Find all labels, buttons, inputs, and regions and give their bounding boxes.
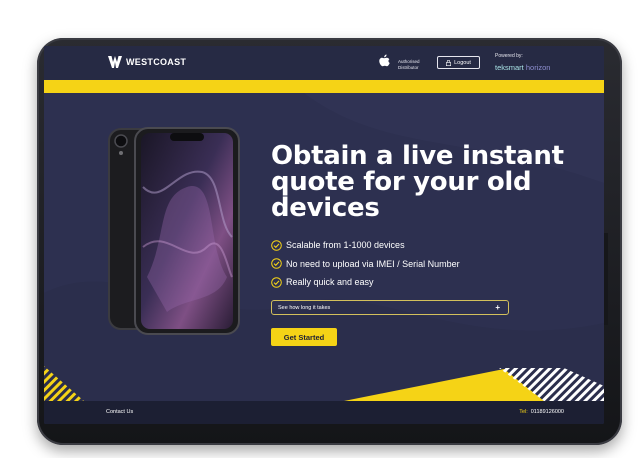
feature-text: Scalable from 1-1000 devices [286,240,405,251]
powered-by-brand[interactable]: teksmart horizon [495,63,550,72]
check-circle-icon [271,258,282,270]
powered-by-label: Powered by: [495,53,523,59]
brand-logo[interactable]: WESTCOAST [108,56,186,68]
authorised-distributor: Authorised Distributor [398,59,428,70]
footer-telephone[interactable]: Tel: 01189126000 [519,409,564,415]
hero-headline: Obtain a live instant quote for your old… [271,141,564,223]
get-started-button[interactable]: Get Started [271,328,337,346]
logout-button[interactable]: Logout [437,56,480,69]
feature-item: Really quick and easy [271,273,460,292]
feature-item: No need to upload via IMEI / Serial Numb… [271,255,460,274]
westcoast-logo-icon [108,56,122,68]
authorised-line2: Distributor [398,64,419,70]
decorative-stripes [44,366,604,401]
brand-name: WESTCOAST [126,57,187,67]
apple-icon [379,54,390,67]
screen: WESTCOAST Authorised Distributor Logout … [44,46,604,424]
accent-bar [44,80,604,93]
plus-icon[interactable]: + [495,303,500,312]
how-long-label: See how long it takes [278,304,331,311]
logout-label: Logout [454,59,471,66]
lock-icon [446,59,452,66]
header: WESTCOAST Authorised Distributor Logout … [44,46,604,80]
check-circle-icon [271,239,282,251]
feature-item: Scalable from 1-1000 devices [271,236,460,255]
powered-brand-a: teksmart [495,63,524,72]
feature-list: Scalable from 1-1000 devices No need to … [271,236,460,292]
tel-label: Tel: [519,409,528,415]
feature-text: No need to upload via IMEI / Serial Numb… [286,258,460,269]
contact-us-link[interactable]: Contact Us [106,409,133,415]
powered-brand-b: horizon [523,63,551,72]
check-circle-icon [271,276,282,288]
feature-text: Really quick and easy [286,277,374,288]
footer: Contact Us Tel: 01189126000 [44,401,604,424]
phone-image [108,127,240,335]
tel-number: 01189126000 [530,409,564,415]
how-long-accordion[interactable]: See how long it takes + [271,300,509,315]
